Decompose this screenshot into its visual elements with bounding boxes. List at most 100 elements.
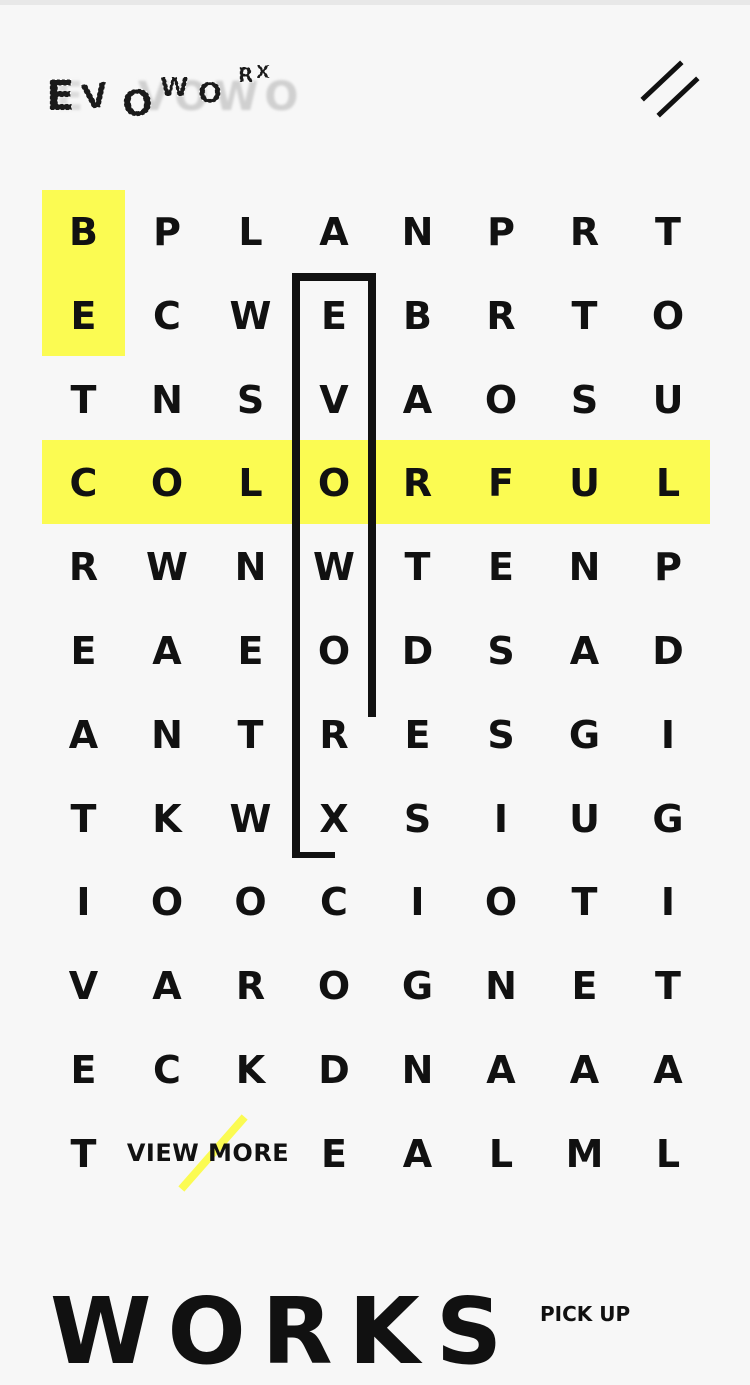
letter-cell: T <box>655 210 681 254</box>
letter-cell: R <box>486 293 516 338</box>
evoworx-logo-mark: E VOWORX E V O W O R X <box>46 62 303 127</box>
letter-cell: T <box>655 964 681 1009</box>
letter-cell: O <box>234 880 267 925</box>
letter-grid: VIEW MORE BPLANPRTECWEBRTOTNSVAOSUCOLORF… <box>42 190 712 1200</box>
letter-cell: L <box>655 461 681 506</box>
letter-cell: N <box>234 545 267 590</box>
letter-cell: R <box>402 461 433 506</box>
letter-cell: O <box>150 880 184 925</box>
letter-cell: R <box>319 712 349 757</box>
letter-cell: W <box>313 545 355 590</box>
letter-cell: L <box>488 1131 514 1176</box>
letter-cell: L <box>655 1131 681 1176</box>
letter-cell: B <box>69 210 98 254</box>
letter-cell: B <box>403 293 432 338</box>
letter-cell: A <box>402 1131 433 1176</box>
letter-cell: U <box>569 796 600 841</box>
letter-cell: N <box>485 964 517 1009</box>
letter-cell: T <box>404 545 431 590</box>
svg-text:R: R <box>238 63 253 87</box>
svg-text:O: O <box>198 76 222 109</box>
letter-cell: D <box>318 1048 350 1092</box>
letter-cell: O <box>317 461 351 506</box>
letter-cell: K <box>152 796 182 841</box>
letter-cell: V <box>319 377 349 422</box>
letter-cell: S <box>487 629 515 673</box>
letter-cell: D <box>652 629 684 673</box>
letter-cell: N <box>401 1048 434 1092</box>
letter-cell: M <box>565 1131 604 1176</box>
svg-text:V: V <box>79 75 111 118</box>
letter-cell: U <box>569 461 600 506</box>
letter-cell: W <box>229 293 272 338</box>
letter-cell: N <box>151 377 183 422</box>
letter-cell: A <box>569 1048 600 1092</box>
letter-cell: E <box>321 293 347 338</box>
letter-cell: S <box>403 796 432 841</box>
letter-cell: T <box>70 377 97 422</box>
letter-cell: A <box>653 1048 683 1092</box>
letter-cell: T <box>70 796 97 841</box>
letter-cell: A <box>569 629 600 673</box>
letter-cell: L <box>238 461 263 506</box>
letter-cell: N <box>151 712 183 757</box>
letter-cell: P <box>487 210 515 254</box>
letter-cell: T <box>571 880 598 925</box>
letter-cell: A <box>319 210 349 254</box>
letter-cell: E <box>70 293 97 338</box>
letter-cell: E <box>70 629 97 673</box>
letter-cell: N <box>401 210 434 254</box>
svg-text:X: X <box>256 62 270 83</box>
letter-cell: C <box>320 880 348 925</box>
letter-cell: C <box>153 1048 181 1092</box>
letter-cell: I <box>493 796 509 841</box>
letter-cell: X <box>319 796 349 841</box>
letter-cell: P <box>153 210 181 254</box>
letter-cell: P <box>654 545 682 590</box>
letter-cell: I <box>660 880 676 925</box>
letter-cell: E <box>488 545 514 590</box>
letter-cell: E <box>404 712 431 757</box>
letter-cell: C <box>153 293 181 338</box>
letter-cell: E <box>571 964 598 1009</box>
evoworx-logo[interactable]: E VOWORX E V O W O R X <box>42 58 303 128</box>
letter-cell: D <box>401 629 434 673</box>
letter-cell: R <box>235 964 266 1009</box>
letter-cell: O <box>317 964 351 1009</box>
works-title: WORKS <box>50 1278 519 1385</box>
letter-cell: A <box>152 964 182 1009</box>
letter-cell: I <box>660 712 676 757</box>
letter-cell: G <box>568 712 601 757</box>
letter-cell: O <box>317 629 351 673</box>
letter-cell: N <box>568 545 601 590</box>
top-rule <box>0 0 750 5</box>
letter-cell: T <box>571 293 598 338</box>
letter-cell: W <box>229 796 272 841</box>
letter-cell: T <box>237 712 264 757</box>
letter-cell: L <box>238 210 263 254</box>
view-more-label: VIEW MORE <box>126 1139 290 1167</box>
svg-text:W: W <box>160 73 189 103</box>
letter-cell: K <box>235 1048 266 1092</box>
letter-cell: R <box>569 210 600 254</box>
svg-text:E: E <box>46 71 75 120</box>
pick-up-link[interactable]: PICK UP <box>540 1302 630 1326</box>
letter-cell: S <box>487 712 515 757</box>
letter-cell: G <box>652 796 684 841</box>
letter-cell: A <box>152 629 182 673</box>
letter-cell: O <box>484 880 518 925</box>
letter-cell: A <box>402 377 433 422</box>
letter-cell: F <box>488 461 514 506</box>
letter-cell: U <box>652 377 684 422</box>
letter-cell: S <box>570 377 599 422</box>
double-slash-menu-icon <box>640 60 700 118</box>
view-more-link[interactable]: VIEW MORE <box>126 1110 290 1196</box>
letter-cell: I <box>410 880 425 925</box>
letter-cell: G <box>401 964 434 1009</box>
letter-cell: O <box>150 461 184 506</box>
menu-button[interactable] <box>640 60 702 118</box>
letter-cell: A <box>486 1048 516 1092</box>
letter-cell: O <box>651 293 685 338</box>
letter-cell: E <box>237 629 264 673</box>
letter-cell: C <box>69 461 98 506</box>
